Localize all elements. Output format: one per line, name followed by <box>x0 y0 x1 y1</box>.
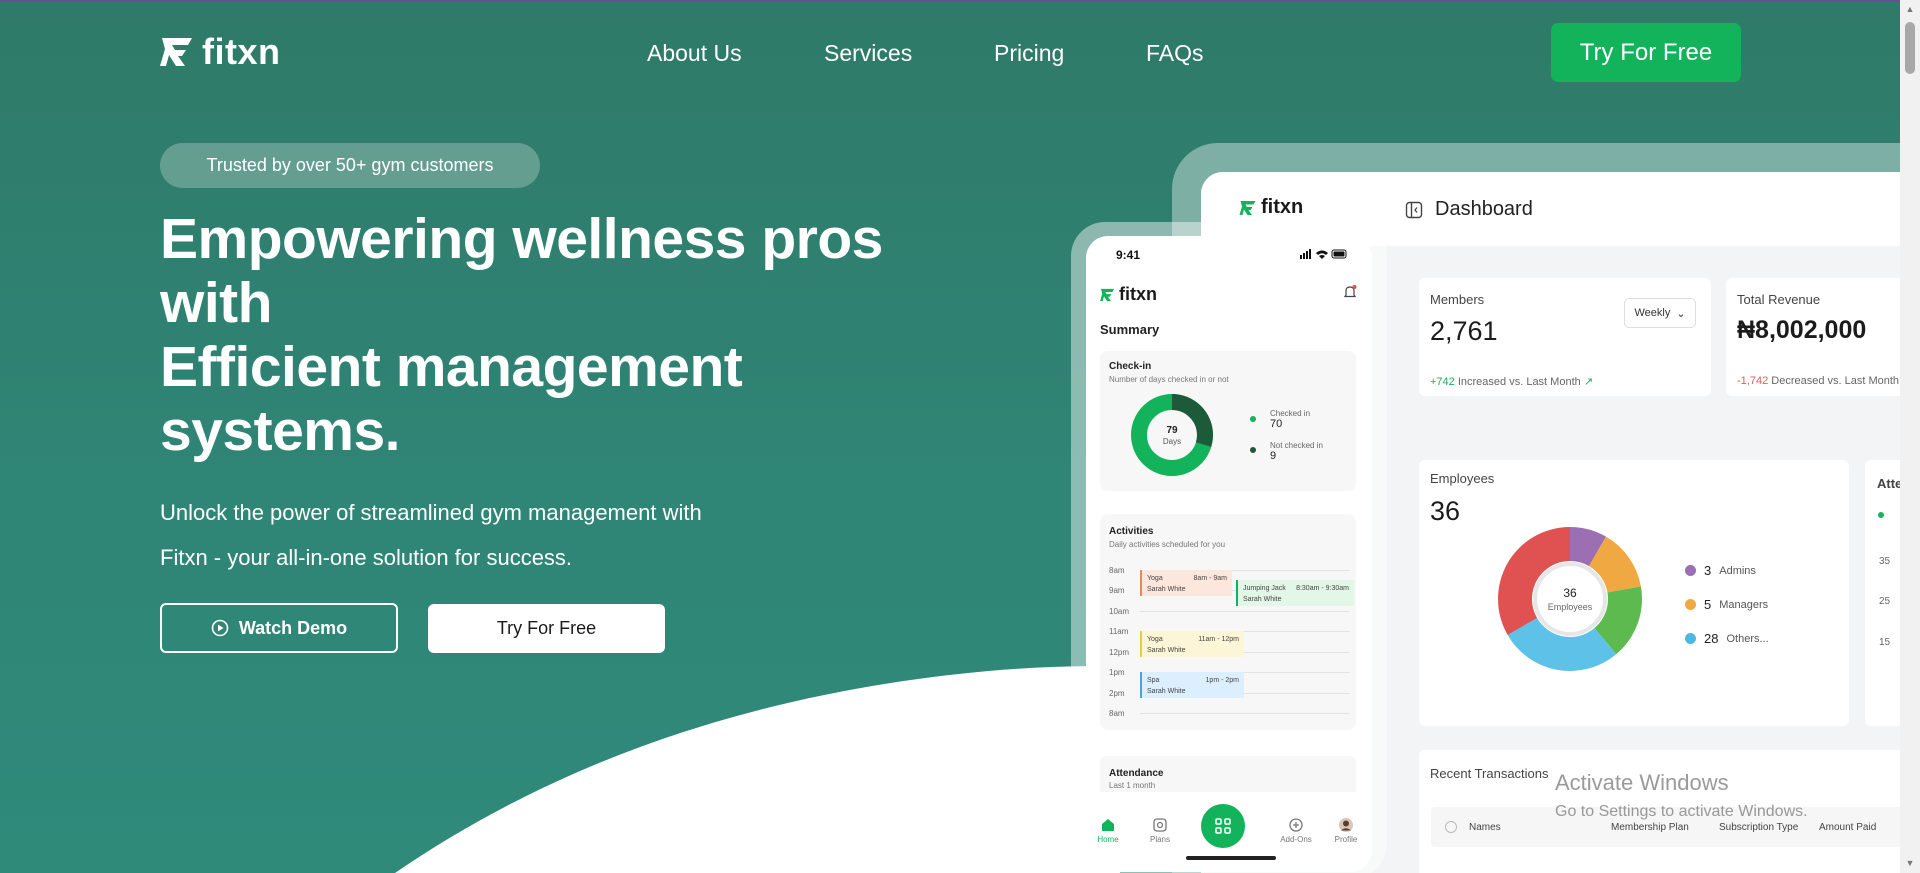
scroll-up-arrow-icon[interactable]: ▲ <box>1905 4 1915 14</box>
checkin-donut: 79 Days <box>1131 394 1213 476</box>
subtitle-line-2: Fitxn - your all-in-one solution for suc… <box>160 545 573 570</box>
play-circle-icon <box>211 619 229 637</box>
scan-button[interactable] <box>1201 804 1245 848</box>
nav-pricing[interactable]: Pricing <box>994 40 1064 67</box>
event-yoga-midday[interactable]: Yoga 11am - 12pm Sarah White <box>1140 631 1244 657</box>
revenue-card: Total Revenue ₦8,002,000 -1,742 Decrease… <box>1726 278 1920 396</box>
hero-headline: Empowering wellness pros with Efficient … <box>160 207 920 463</box>
period-select-value: Weekly <box>1634 307 1671 319</box>
watch-demo-label: Watch Demo <box>238 617 348 638</box>
employees-center-value: 36 <box>1563 586 1577 600</box>
headline-line-1: Empowering wellness pros <box>160 207 883 271</box>
home-icon[interactable] <box>1100 817 1116 833</box>
fitxn-logo-icon <box>160 38 192 66</box>
employees-donut: 36 Employees <box>1498 527 1642 671</box>
scan-icon <box>1215 818 1231 834</box>
hero-try-free-button[interactable]: Try For Free <box>428 604 665 653</box>
add-ons-icon[interactable] <box>1288 817 1304 833</box>
members-card: Members 2,761 Weekly ⌄ +742 Increased vs… <box>1419 278 1711 396</box>
members-value: 2,761 <box>1430 316 1498 346</box>
scroll-down-arrow-icon[interactable]: ▼ <box>1905 858 1915 868</box>
members-delta: +742 Increased vs. Last Month ↗ <box>1430 376 1594 388</box>
windows-activation-title: Activate Windows <box>1555 770 1729 795</box>
tab-home[interactable]: Home <box>1088 835 1128 844</box>
bell-icon[interactable] <box>1342 284 1358 300</box>
event-yoga-morning[interactable]: Yoga 8am - 9am Sarah White <box>1140 570 1232 596</box>
revenue-value: ₦8,002,000 <box>1737 316 1867 344</box>
dashboard-logo: fitxn <box>1239 196 1303 219</box>
nav-faqs[interactable]: FAQs <box>1146 40 1204 67</box>
legend-dot <box>1685 599 1696 610</box>
select-all-checkbox[interactable] <box>1445 821 1457 833</box>
revenue-delta: -1,742 Decreased vs. Last Month <box>1737 375 1900 387</box>
phone-attendance-subtitle: Last 1 month <box>1109 781 1156 790</box>
activities-card: Activities Daily activities scheduled fo… <box>1100 514 1356 730</box>
event-jumping-jack[interactable]: Jumping Jack 8:30am - 9:30am Sarah White <box>1236 580 1354 606</box>
svg-text:79: 79 <box>1166 425 1178 436</box>
chevron-down-icon: ⌄ <box>1676 307 1686 320</box>
not-checked-in-dot <box>1250 447 1256 453</box>
phone-mockup: 9:41 fitxn Summary Check-in Number of da… <box>1086 236 1372 872</box>
scrollbar-thumb[interactable] <box>1905 22 1915 74</box>
legend-dot <box>1685 565 1696 576</box>
fitxn-logo-icon <box>1239 200 1256 215</box>
page-scrollbar[interactable]: ▲ ▼ <box>1900 0 1920 873</box>
members-label: Members <box>1430 292 1485 307</box>
plans-icon[interactable] <box>1152 817 1168 833</box>
profile-avatar-icon[interactable] <box>1338 817 1354 833</box>
employees-center-label: Employees <box>1548 602 1593 612</box>
legend-dot <box>1685 633 1696 644</box>
fitxn-logo-icon <box>1100 288 1115 301</box>
tab-plans[interactable]: Plans <box>1140 835 1180 844</box>
hero-subtitle: Unlock the power of streamlined gym mana… <box>160 490 800 580</box>
employees-value: 36 <box>1430 496 1461 526</box>
tab-profile[interactable]: Profile <box>1326 835 1366 844</box>
windows-activation-subtitle: Go to Settings to activate Windows. <box>1555 803 1808 820</box>
revenue-label: Total Revenue <box>1737 292 1821 307</box>
phone-bottom-nav: Home Plans Add-Ons Profile <box>1086 792 1372 872</box>
dashboard-title: Dashboard <box>1405 198 1533 221</box>
dashboard-title-text: Dashboard <box>1435 198 1533 220</box>
brand-name: fitxn <box>202 31 281 72</box>
tab-add-ons[interactable]: Add-Ons <box>1276 835 1316 844</box>
brand-logo[interactable]: fitxn <box>160 34 281 70</box>
legend-managers: 5 Managers <box>1685 597 1768 612</box>
subtitle-line-1: Unlock the power of streamlined gym mana… <box>160 500 702 525</box>
checked-in-dot <box>1250 416 1256 422</box>
period-select[interactable]: Weekly ⌄ <box>1624 298 1696 328</box>
phone-status-time: 9:41 <box>1116 248 1141 262</box>
transactions-label: Recent Transactions <box>1430 766 1549 781</box>
headline-line-4: systems. <box>160 399 401 463</box>
phone-brand: fitxn <box>1119 284 1157 304</box>
employees-card: Employees 36 36 Employees 3 Admins 5 Man… <box>1419 460 1849 726</box>
sidebar-toggle-icon <box>1405 201 1423 218</box>
nav-services[interactable]: Services <box>824 40 912 67</box>
headline-line-3: Efficient management <box>160 335 743 399</box>
employees-label: Employees <box>1430 471 1495 486</box>
checkin-card: Check-in Number of days checked in or no… <box>1100 351 1356 491</box>
phone-status-icons <box>1300 249 1347 259</box>
hero-section: fitxn About Us Services Pricing FAQs Try… <box>0 0 1920 873</box>
trust-badge: Trusted by over 50+ gym customers <box>160 143 540 188</box>
activities-subtitle: Daily activities scheduled for you <box>1109 540 1226 549</box>
trend-up-icon: ↗ <box>1583 376 1594 388</box>
svg-text:Days: Days <box>1163 437 1181 446</box>
legend-others: 28 Others... <box>1685 631 1769 646</box>
checkin-subtitle: Number of days checked in or not <box>1109 375 1229 384</box>
phone-logo: fitxn <box>1100 284 1157 305</box>
headline-line-2: with <box>160 271 272 335</box>
phone-home-indicator <box>1186 856 1276 860</box>
dashboard-brand: fitxn <box>1261 196 1304 218</box>
phone-attendance-title: Attendance <box>1109 768 1164 779</box>
checkin-title: Check-in <box>1109 361 1152 372</box>
watch-demo-button[interactable]: Watch Demo <box>160 603 398 653</box>
nav-about-us[interactable]: About Us <box>647 40 742 67</box>
legend-admins: 3 Admins <box>1685 563 1756 578</box>
activities-title: Activities <box>1109 526 1154 537</box>
event-spa[interactable]: Spa 1pm - 2pm Sarah White <box>1140 672 1244 698</box>
phone-summary-title: Summary <box>1100 322 1160 337</box>
attendance-legend-dot <box>1878 512 1884 518</box>
nav-try-free-button[interactable]: Try For Free <box>1551 23 1741 82</box>
attendance-label: Atte <box>1877 476 1903 491</box>
